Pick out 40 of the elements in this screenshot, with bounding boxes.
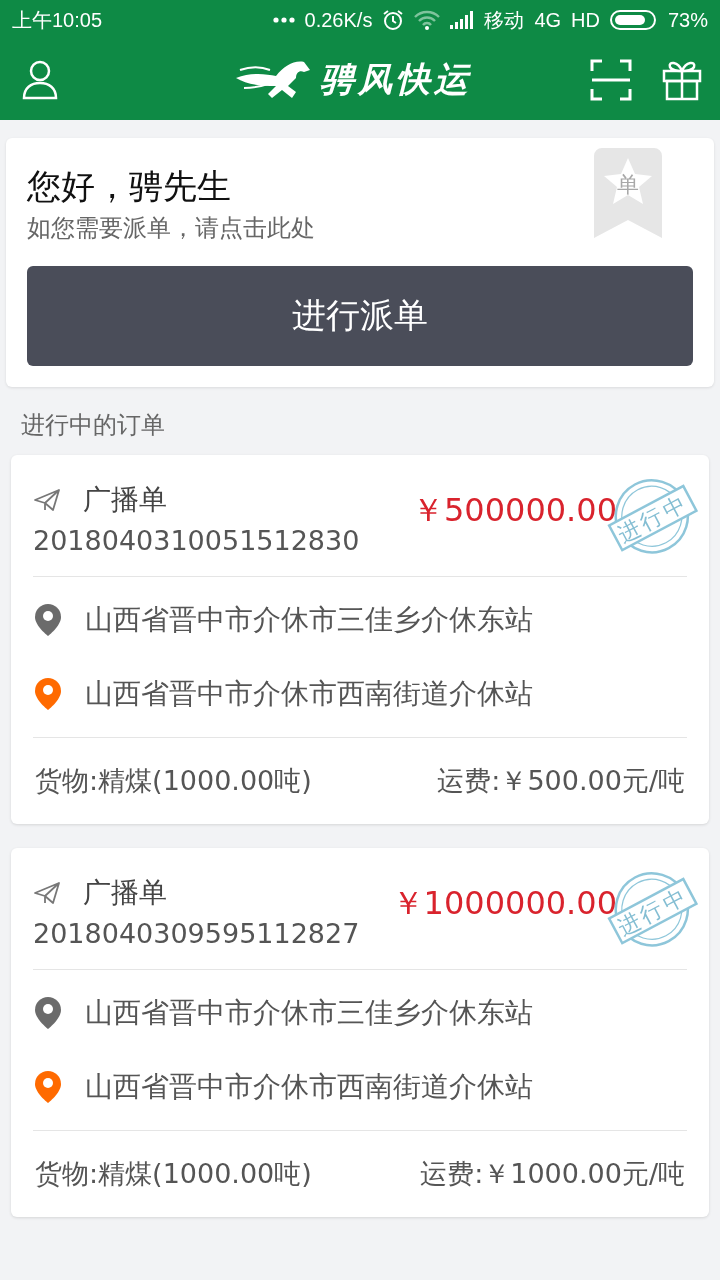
gift-icon[interactable]	[662, 59, 702, 101]
carrier-name: 移动	[484, 7, 525, 33]
location-pin-icon	[35, 678, 61, 710]
order-price: ￥1000000.00	[391, 883, 617, 924]
network-speed: 0.26K/s	[304, 8, 373, 32]
order-number: 2018040310051512830	[33, 525, 361, 556]
battery-icon	[609, 10, 658, 30]
wifi-icon	[414, 10, 441, 30]
freight-rate: 运费:￥1000.00元/吨	[420, 1157, 685, 1191]
departure-address: 山西省晋中市介休市三佳乡介休东站	[85, 995, 533, 1031]
order-type: 广播单	[83, 875, 167, 911]
order-price: ￥500000.00	[411, 490, 617, 531]
order-type: 广播单	[83, 482, 167, 518]
location-pin-icon	[35, 1071, 61, 1103]
network-type: 4G	[534, 8, 562, 32]
profile-icon[interactable]	[22, 60, 58, 100]
freight-rate: 运费:￥500.00元/吨	[437, 764, 685, 798]
departure-address: 山西省晋中市介休市三佳乡介休东站	[85, 602, 533, 638]
alarm-icon	[382, 9, 405, 31]
location-pin-icon	[35, 997, 61, 1029]
signal-icon	[450, 11, 475, 29]
more-icon	[272, 17, 295, 23]
clock-time: 上午10:05	[12, 7, 103, 33]
hint-text: 如您需要派单，请点击此处	[27, 213, 315, 244]
paper-plane-icon	[33, 488, 61, 512]
hd-label: HD	[571, 8, 600, 32]
app-logo-text: 骋风快运	[320, 58, 472, 101]
paper-plane-icon	[33, 881, 61, 905]
location-pin-icon	[35, 604, 61, 636]
destination-address: 山西省晋中市介休市西南街道介休站	[85, 676, 533, 712]
scan-icon[interactable]	[590, 59, 632, 101]
section-title: 进行中的订单	[21, 411, 165, 439]
battery-percent: 73%	[667, 8, 708, 32]
order-badge-icon: 单	[594, 148, 662, 238]
dispatch-button[interactable]: 进行派单	[27, 266, 693, 366]
cargo-info: 货物:精煤(1000.00吨)	[35, 1157, 312, 1191]
cargo-info: 货物:精煤(1000.00吨)	[35, 764, 312, 798]
greeting-text: 您好，骋先生	[27, 165, 231, 208]
destination-address: 山西省晋中市介休市西南街道介休站	[85, 1069, 533, 1105]
order-number: 2018040309595112827	[33, 918, 361, 949]
